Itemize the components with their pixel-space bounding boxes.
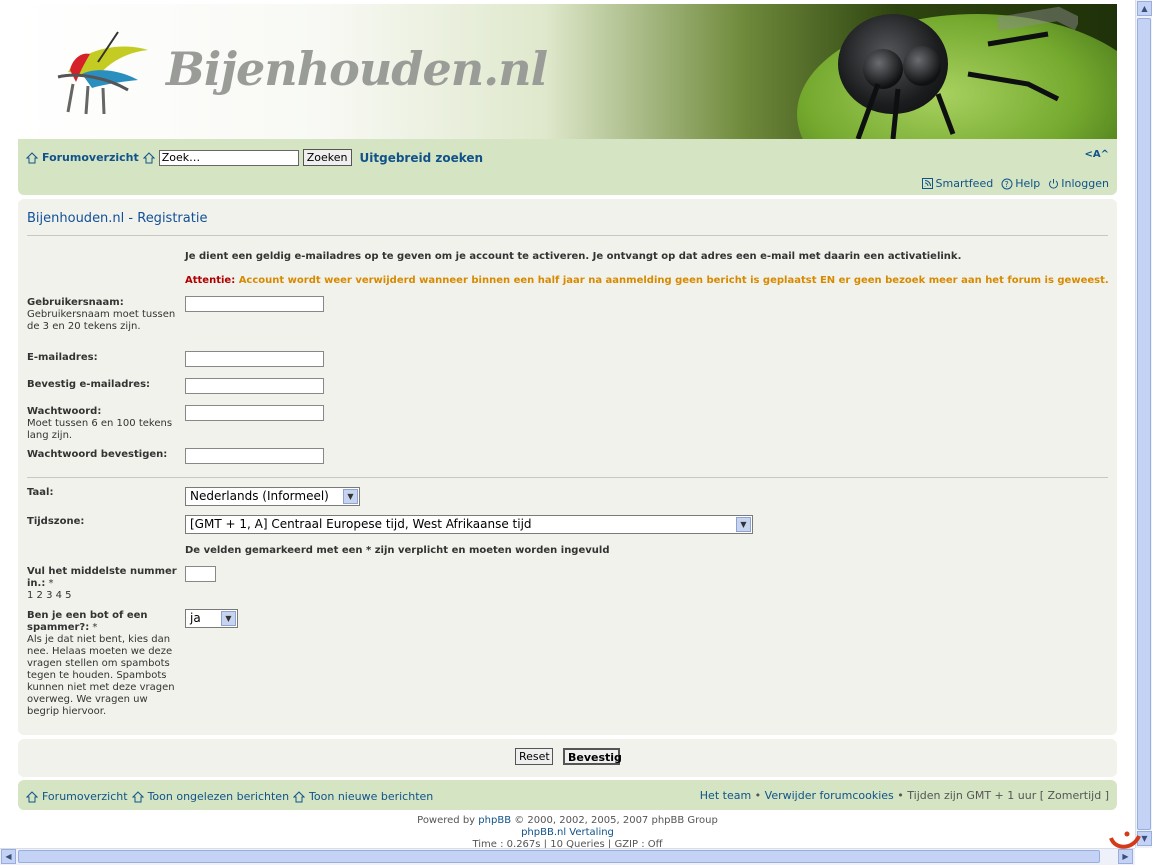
vertical-scroll-thumb[interactable] — [1137, 18, 1151, 830]
login-link[interactable]: Inloggen — [1048, 177, 1109, 190]
intro-text: Je dient een geldig e-mailadres op te ge… — [185, 251, 962, 262]
language-label-group: Taal: — [27, 487, 177, 499]
timezone-info: Tijden zijn GMT + 1 uur [ Zomertijd ] — [907, 789, 1109, 802]
footer-right-links: Het team • Verwijder forumcookies • Tijd… — [700, 789, 1109, 802]
email-label-group: E-mailadres: — [27, 352, 177, 364]
username-label-group: Gebruikersnaam: Gebruikersnaam moet tuss… — [27, 297, 177, 333]
chevron-down-icon[interactable]: ▼ — [221, 611, 236, 626]
username-help: Gebruikersnaam moet tussen de 3 en 20 te… — [27, 309, 176, 332]
password-confirm-label-group: Wachtwoord bevestigen: — [27, 449, 177, 461]
delete-cookies-link[interactable]: Verwijder forumcookies — [765, 789, 894, 802]
required-note: De velden gemarkeerd met een * zijn verp… — [185, 545, 610, 556]
footer-unread-posts[interactable]: Toon ongelezen berichten — [148, 790, 289, 803]
copyright: Powered by phpBB © 2000, 2002, 2005, 200… — [0, 815, 1135, 851]
middle-number-label-group: Vul het middelste nummer in.: * 1 2 3 4 … — [27, 566, 177, 602]
footer-forum-overview[interactable]: Forumoverzicht — [42, 790, 128, 803]
feed-icon — [921, 178, 933, 189]
bot-question-value: ja — [190, 611, 201, 625]
help-icon: ? — [1001, 178, 1013, 189]
page-title: Bijenhouden.nl - Registratie — [27, 211, 208, 226]
horizontal-scrollbar[interactable]: ◀ ▶ — [0, 848, 1135, 865]
password-help: Moet tussen 6 en 100 tekens lang zijn. — [27, 418, 173, 441]
attention-text: Attentie: Account wordt weer verwijderd … — [185, 275, 1109, 286]
attention-message: Account wordt weer verwijderd wanneer bi… — [238, 275, 1109, 286]
phpbb-link[interactable]: phpBB — [478, 815, 511, 826]
divider — [27, 235, 1108, 236]
footer-new-posts[interactable]: Toon nieuwe berichten — [309, 790, 433, 803]
username-field[interactable] — [185, 296, 324, 312]
email-confirm-label-group: Bevestig e-mailadres: — [27, 379, 177, 391]
bot-question-label-group: Ben je een bot of een spammer?: * Als je… — [27, 610, 179, 718]
password-label: Wachtwoord: — [27, 406, 102, 417]
home-icon — [26, 790, 38, 802]
separator: • — [897, 789, 904, 802]
search-button[interactable]: Zoeken — [302, 149, 352, 166]
separator: • — [754, 789, 762, 802]
language-select[interactable]: Nederlands (Informeel) ▼ — [185, 487, 360, 506]
chevron-down-icon[interactable]: ▼ — [736, 517, 751, 532]
attention-label: Attentie: — [185, 275, 236, 286]
home-icon[interactable] — [26, 151, 38, 164]
middle-number-sequence: 1 2 3 4 5 — [27, 590, 72, 601]
powered-by: Powered by — [417, 815, 476, 826]
language-value: Nederlands (Informeel) — [190, 489, 329, 503]
email-confirm-field[interactable] — [185, 378, 324, 394]
timezone-select[interactable]: [GMT + 1, A] Centraal Europese tijd, Wes… — [185, 515, 753, 534]
password-confirm-label: Wachtwoord bevestigen: — [27, 449, 168, 460]
home-icon — [293, 790, 306, 802]
vertical-scrollbar[interactable]: ▲ ▼ — [1135, 0, 1152, 848]
horizontal-scroll-thumb[interactable] — [18, 850, 1100, 863]
help-label: Help — [1015, 177, 1041, 190]
translation-link[interactable]: phpBB.nl Vertaling — [0, 827, 1135, 839]
search-input[interactable] — [158, 149, 299, 166]
password-label-group: Wachtwoord: Moet tussen 6 en 100 tekens … — [27, 406, 177, 442]
help-link[interactable]: ? Help — [1001, 177, 1040, 190]
browser-smile-icon — [1109, 831, 1141, 849]
font-size-control[interactable]: <A^ — [1085, 149, 1110, 160]
bot-question-select[interactable]: ja ▼ — [185, 609, 238, 628]
timezone-value: [GMT + 1, A] Centraal Europese tijd, Wes… — [190, 517, 532, 531]
email-confirm-label: Bevestig e-mailadres: — [27, 379, 151, 390]
username-label: Gebruikersnaam: — [27, 297, 124, 308]
email-label: E-mailadres: — [27, 352, 98, 363]
required-star: * — [48, 578, 54, 589]
middle-number-field[interactable] — [185, 566, 216, 582]
email-field[interactable] — [185, 351, 324, 367]
registration-panel: Bijenhouden.nl - Registratie Je dient ee… — [18, 199, 1117, 735]
submit-button[interactable]: Bevestig — [563, 748, 622, 765]
divider — [27, 477, 1108, 478]
reset-button[interactable]: Reset — [515, 748, 553, 765]
chevron-down-icon[interactable]: ▼ — [343, 489, 358, 504]
login-label: Inloggen — [1061, 177, 1109, 190]
form-button-bar: Reset Bevestig — [18, 739, 1117, 777]
site-banner[interactable]: Bijenhouden.nl — [18, 4, 1117, 139]
logo-bee-icon — [57, 31, 148, 115]
copyright-text: © 2000, 2002, 2005, 2007 phpBB Group — [514, 815, 718, 826]
power-icon — [1049, 179, 1059, 189]
advanced-search-link[interactable]: Uitgebreid zoeken — [360, 151, 484, 165]
nav-forum-overview[interactable]: Forumoverzicht — [42, 151, 139, 164]
language-label: Taal: — [27, 487, 54, 498]
required-star: * — [92, 622, 98, 633]
team-link[interactable]: Het team — [700, 789, 751, 802]
bee-legs-icon — [855, 6, 1078, 139]
bot-question-help: Als je dat niet bent, kies dan nee. Hela… — [27, 634, 175, 717]
smartfeed-label: Smartfeed — [935, 177, 994, 190]
search-home-icon — [142, 151, 155, 163]
password-confirm-field[interactable] — [185, 448, 324, 464]
svg-text:?: ? — [1005, 180, 1009, 189]
scroll-up-icon[interactable]: ▲ — [1137, 1, 1152, 16]
bot-question-label: Ben je een bot of een spammer?: — [27, 610, 148, 633]
home-icon — [131, 790, 144, 802]
smartfeed-link[interactable]: Smartfeed — [921, 177, 994, 190]
navbar: Forumoverzicht Zoeken Uitgebreid zoeken … — [18, 139, 1117, 195]
timezone-label: Tijdszone: — [27, 516, 85, 527]
footer-navbar: Forumoverzicht Toon ongelezen berichten … — [18, 780, 1117, 810]
logo-text: Bijenhouden.nl — [166, 42, 548, 96]
password-field[interactable] — [185, 405, 324, 421]
scroll-left-icon[interactable]: ◀ — [1, 849, 16, 864]
timezone-label-group: Tijdszone: — [27, 516, 177, 528]
